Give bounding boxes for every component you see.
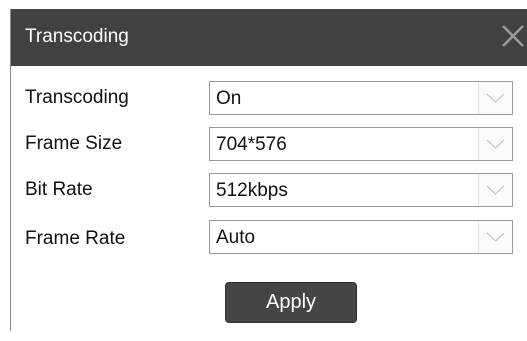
bit-rate-value: 512kbps xyxy=(216,180,288,201)
frame-rate-value: Auto xyxy=(216,227,256,248)
transcoding-label: Transcoding xyxy=(25,87,129,108)
transcoding-value: On xyxy=(216,88,242,109)
frame-size-value: 704*576 xyxy=(216,134,287,155)
frame-size-select[interactable]: 704*576 xyxy=(209,127,513,161)
frame-size-label: Frame Size xyxy=(25,133,123,154)
dialog-titlebar: Transcoding xyxy=(11,9,527,66)
chevron-down-icon[interactable] xyxy=(478,174,512,206)
bit-rate-label: Bit Rate xyxy=(25,179,93,200)
chevron-down-icon[interactable] xyxy=(478,221,512,253)
close-icon[interactable] xyxy=(498,21,527,51)
apply-button[interactable]: Apply xyxy=(225,282,357,323)
chevron-down-icon[interactable] xyxy=(478,128,512,160)
transcoding-dialog: Transcoding Transcoding On Frame Size 70… xyxy=(10,9,527,331)
chevron-down-icon[interactable] xyxy=(478,82,512,114)
transcoding-select[interactable]: On xyxy=(209,81,513,115)
frame-rate-label: Frame Rate xyxy=(25,228,126,249)
bit-rate-select[interactable]: 512kbps xyxy=(209,173,513,207)
frame-rate-select[interactable]: Auto xyxy=(209,220,513,254)
dialog-title: Transcoding xyxy=(25,26,129,47)
